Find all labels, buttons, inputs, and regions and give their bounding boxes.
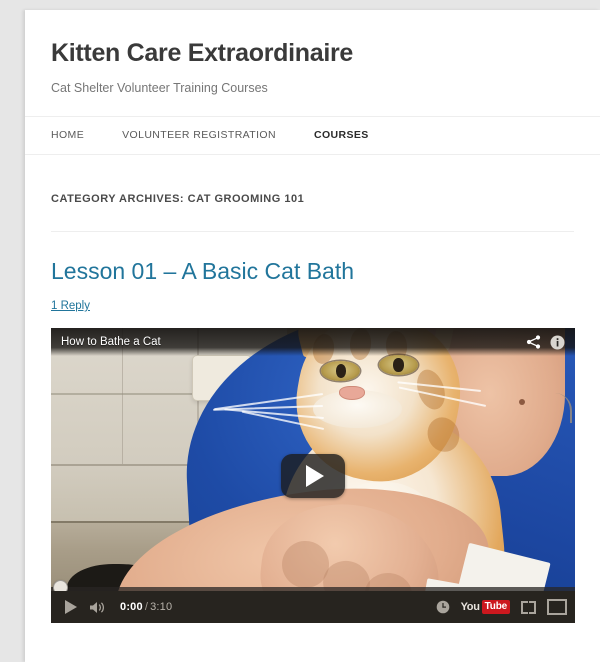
watch-later-button[interactable] — [436, 600, 450, 614]
player-top-bar: How to Bathe a Cat — [51, 328, 575, 357]
post-entry: Lesson 01 – A Basic Cat Bath 1 Reply How… — [25, 232, 600, 624]
site-title[interactable]: Kitten Care Extraordinaire — [51, 39, 574, 68]
play-overlay-button[interactable] — [281, 453, 345, 498]
archive-header: CATEGORY ARCHIVES: CAT GROOMING 101 — [25, 155, 600, 205]
player-video-title[interactable]: How to Bathe a Cat — [61, 336, 526, 348]
reply-count-link[interactable]: 1 Reply — [51, 300, 90, 312]
player-control-bar: 0:00/3:10 You Tube — [51, 591, 575, 624]
site-header: Kitten Care Extraordinaire Cat Shelter V… — [25, 10, 600, 96]
nav-item-volunteer-registration[interactable]: VOLUNTEER REGISTRATION — [122, 129, 276, 141]
youtube-video-player[interactable]: How to Bathe a Cat 0:00 / 3:10 You Tube — [51, 328, 575, 624]
post-title-link[interactable]: Lesson 01 – A Basic Cat Bath — [51, 258, 574, 284]
youtube-logo-tube: Tube — [481, 600, 510, 614]
cat-nose — [339, 385, 365, 400]
post-meta: 1 Reply — [51, 300, 574, 312]
play-icon — [306, 464, 324, 487]
nav-item-home[interactable]: HOME — [51, 129, 84, 141]
site-description: Cat Shelter Volunteer Training Courses — [51, 80, 268, 95]
volume-icon — [90, 601, 104, 613]
archive-title: CATEGORY ARCHIVES: CAT GROOMING 101 — [51, 192, 305, 205]
clock-icon — [436, 600, 449, 614]
time-display: 0:00/3:10 — [120, 601, 172, 613]
info-icon[interactable] — [550, 335, 565, 350]
volume-button[interactable] — [88, 600, 107, 615]
youtube-logo[interactable]: You Tube — [461, 600, 510, 614]
current-time: 0:00 — [120, 601, 143, 614]
nav-item-courses[interactable]: COURSES — [314, 129, 369, 141]
play-icon — [65, 600, 77, 615]
primary-navigation: HOME VOLUNTEER REGISTRATION COURSES — [25, 115, 600, 155]
play-button[interactable] — [59, 600, 77, 615]
cat-eye-left — [320, 360, 361, 382]
share-icon[interactable] — [526, 335, 541, 349]
total-time: 3:10 — [150, 601, 173, 614]
cat-eye-right — [378, 354, 418, 376]
youtube-logo-you: You — [460, 601, 480, 614]
time-separator: / — [144, 601, 149, 614]
nav-list: HOME VOLUNTEER REGISTRATION COURSES — [25, 117, 600, 154]
player-top-icons — [526, 335, 565, 350]
fullscreen-icon[interactable] — [547, 599, 567, 616]
page-container: Kitten Care Extraordinaire Cat Shelter V… — [25, 10, 600, 662]
theater-mode-icon[interactable] — [521, 600, 536, 614]
